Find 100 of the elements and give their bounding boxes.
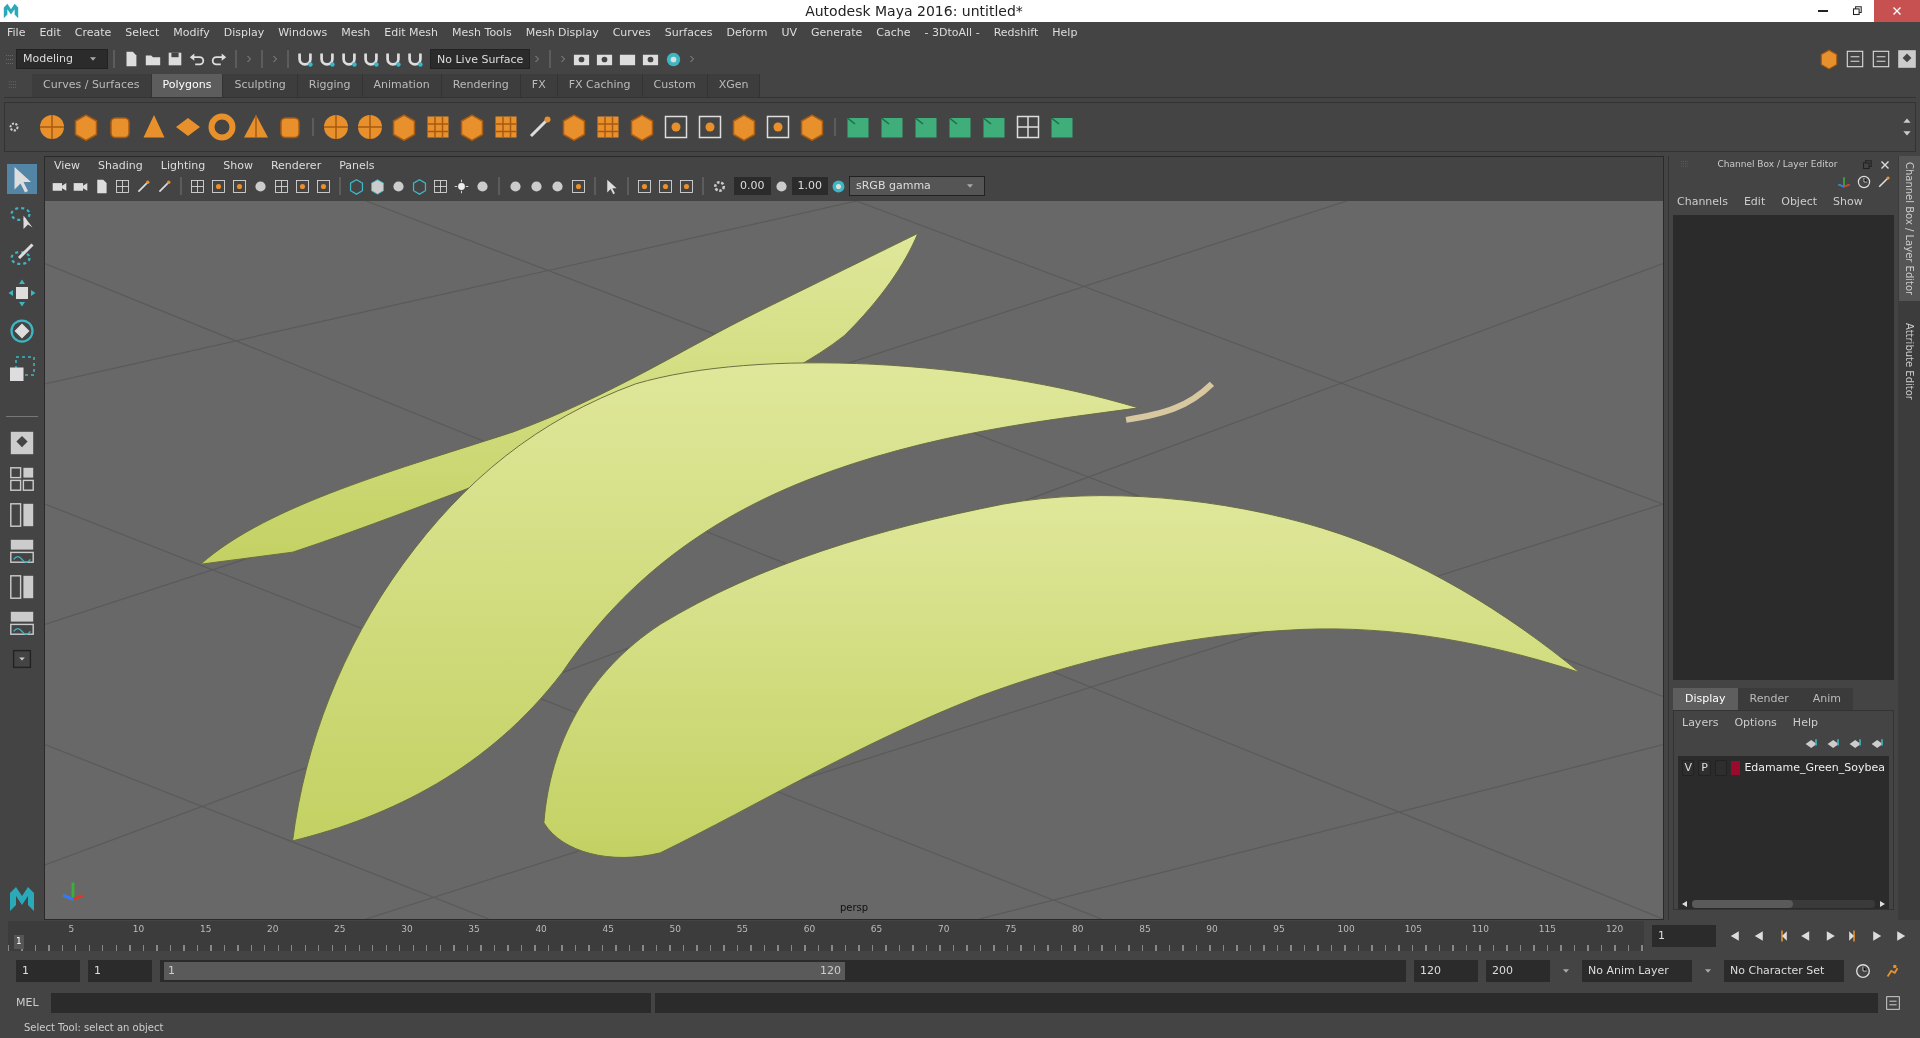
layer-menu-item[interactable]: Options bbox=[1734, 715, 1777, 732]
menu-item[interactable]: Mesh Display bbox=[518, 24, 606, 42]
four-view-icon[interactable] bbox=[8, 465, 36, 493]
panel-menu-item[interactable]: Show bbox=[214, 156, 262, 176]
menu-item[interactable]: Mesh bbox=[334, 24, 378, 42]
menu-item[interactable]: Select bbox=[118, 24, 167, 42]
modeling-toolkit-icon[interactable] bbox=[1818, 48, 1840, 70]
tool-settings-icon[interactable] bbox=[1870, 48, 1892, 70]
smooth-shade-icon[interactable] bbox=[369, 177, 386, 195]
menu-item[interactable]: Help bbox=[1045, 24, 1085, 42]
graph-layout-icon[interactable] bbox=[8, 537, 36, 565]
scale-tool-icon[interactable] bbox=[7, 354, 37, 384]
side-tab[interactable]: Attribute Editor bbox=[1898, 317, 1920, 407]
menu-item[interactable]: Surfaces bbox=[657, 24, 720, 42]
character-set-dropdown[interactable]: No Character Set bbox=[1724, 960, 1844, 982]
torus-icon[interactable] bbox=[207, 112, 237, 142]
anim-layer-dropdown[interactable]: No Anim Layer bbox=[1582, 960, 1692, 982]
channel-menu-item[interactable]: Object bbox=[1781, 194, 1818, 211]
sphere-icon[interactable] bbox=[321, 112, 351, 142]
current-frame-marker[interactable]: 1 bbox=[14, 935, 24, 949]
isolate-icon[interactable] bbox=[636, 177, 653, 195]
start-frame-field[interactable]: 1 bbox=[16, 960, 80, 982]
panel-menu-item[interactable]: View bbox=[45, 156, 90, 176]
light-icon[interactable] bbox=[453, 177, 470, 195]
settings-icon[interactable] bbox=[7, 120, 21, 134]
visibility-toggle[interactable]: V bbox=[1682, 759, 1695, 776]
grid-toggle-icon[interactable] bbox=[189, 177, 206, 195]
menu-item[interactable]: Redshift bbox=[986, 24, 1046, 42]
frame-icon[interactable] bbox=[678, 177, 695, 195]
film-gate-icon[interactable] bbox=[210, 177, 227, 195]
grid-icon[interactable] bbox=[114, 177, 131, 195]
menu-item[interactable]: UV bbox=[774, 24, 804, 42]
shelf-tab[interactable]: FX Caching bbox=[557, 74, 643, 97]
menu-item[interactable]: Create bbox=[67, 24, 119, 42]
two-view-icon[interactable] bbox=[8, 501, 36, 529]
menu-item[interactable]: Edit Mesh bbox=[377, 24, 446, 42]
shelf-tab[interactable]: Animation bbox=[362, 74, 442, 97]
wireframe-icon[interactable] bbox=[348, 177, 365, 195]
layer-color-swatch[interactable] bbox=[1731, 760, 1741, 775]
safe-action-icon[interactable] bbox=[294, 177, 311, 195]
range-slider[interactable]: 1 120 bbox=[160, 960, 1406, 982]
channel-menu-item[interactable]: Edit bbox=[1743, 194, 1766, 211]
channel-menu-item[interactable]: Channels bbox=[1677, 194, 1728, 211]
shelf-tab[interactable]: Curves / Surfaces bbox=[32, 74, 152, 97]
layer-name[interactable]: Edamame_Green_Soybea bbox=[1744, 759, 1885, 776]
menu-item[interactable]: Curves bbox=[605, 24, 658, 42]
textured-icon[interactable] bbox=[432, 177, 449, 195]
safe-title-icon[interactable] bbox=[315, 177, 332, 195]
current-frame-field[interactable]: 1 bbox=[1652, 925, 1716, 947]
layer-menu-item[interactable]: Help bbox=[1792, 715, 1818, 732]
command-input-field[interactable] bbox=[50, 993, 651, 1013]
shelf-tab[interactable]: Custom bbox=[642, 74, 708, 97]
tool-icon[interactable] bbox=[1876, 174, 1892, 190]
frame-icon[interactable] bbox=[657, 177, 674, 195]
shelf-tab[interactable]: Rendering bbox=[441, 74, 521, 97]
menu-item[interactable]: Generate bbox=[803, 24, 870, 42]
menu-item[interactable]: File bbox=[0, 24, 33, 42]
shelf-tab[interactable]: Polygons bbox=[151, 74, 224, 97]
shelf-tab[interactable]: Rigging bbox=[297, 74, 363, 97]
live-surface-field[interactable]: No Live Surface bbox=[430, 49, 531, 69]
playback-toggle[interactable]: P bbox=[1698, 759, 1711, 776]
shelf-tab[interactable]: XGen bbox=[707, 74, 761, 97]
shelf-tab[interactable]: Sculpting bbox=[223, 74, 298, 97]
range-slider-bar[interactable]: 1 120 bbox=[164, 962, 845, 980]
attribute-editor-icon[interactable] bbox=[1844, 48, 1866, 70]
field-chart-icon[interactable] bbox=[273, 177, 290, 195]
wireframe-icon[interactable] bbox=[411, 177, 428, 195]
resolution-gate-icon[interactable] bbox=[231, 177, 248, 195]
script-editor-icon[interactable] bbox=[1884, 994, 1902, 1012]
sphere-icon[interactable] bbox=[37, 112, 67, 142]
scroll-left-icon[interactable] bbox=[1680, 899, 1690, 909]
playback-end-field[interactable]: 120 bbox=[1414, 960, 1478, 982]
shelf-tab[interactable]: FX bbox=[520, 74, 558, 97]
color-space-dropdown[interactable]: sRGB gamma bbox=[849, 176, 985, 196]
scrollbar[interactable] bbox=[1692, 900, 1875, 908]
menu-item[interactable]: Cache bbox=[869, 24, 918, 42]
select-tool-icon[interactable] bbox=[7, 164, 37, 194]
panel-menu-item[interactable]: Lighting bbox=[151, 156, 215, 176]
menu-item[interactable]: Edit bbox=[32, 24, 68, 42]
side-tab[interactable]: Channel Box / Layer Editor bbox=[1898, 156, 1920, 302]
layer-editor-tab[interactable]: Display bbox=[1673, 687, 1738, 710]
end-frame-field[interactable]: 200 bbox=[1486, 960, 1550, 982]
scroll-right-icon[interactable] bbox=[1877, 899, 1887, 909]
menu-item[interactable]: - 3DtoAll - bbox=[917, 24, 987, 42]
rotate-tool-icon[interactable] bbox=[7, 316, 37, 346]
layer-editor-tab[interactable]: Render bbox=[1737, 687, 1801, 710]
two-view-icon[interactable] bbox=[8, 573, 36, 601]
panel-menu-item[interactable]: Shading bbox=[89, 156, 152, 176]
sphere-icon[interactable] bbox=[355, 112, 385, 142]
playback-start-field[interactable]: 1 bbox=[88, 960, 152, 982]
graph-layout-icon[interactable] bbox=[8, 609, 36, 637]
panel-menu-item[interactable]: Renderer bbox=[261, 156, 331, 176]
scrollbar-thumb[interactable] bbox=[1692, 900, 1793, 908]
panel-menu-item[interactable]: Panels bbox=[330, 156, 384, 176]
gamma-field[interactable]: 1.00 bbox=[791, 176, 828, 196]
time-ruler[interactable]: 1 5 10 15 20 25 30 35 40 45 50 55 60 65 70 75 80 85 90 95 100 105 110 115 120 bbox=[8, 921, 1644, 951]
channel-box-icon[interactable] bbox=[1896, 48, 1918, 70]
clock-icon[interactable] bbox=[1856, 174, 1872, 190]
save-icon[interactable] bbox=[166, 50, 184, 68]
single-view-icon[interactable] bbox=[8, 429, 36, 457]
